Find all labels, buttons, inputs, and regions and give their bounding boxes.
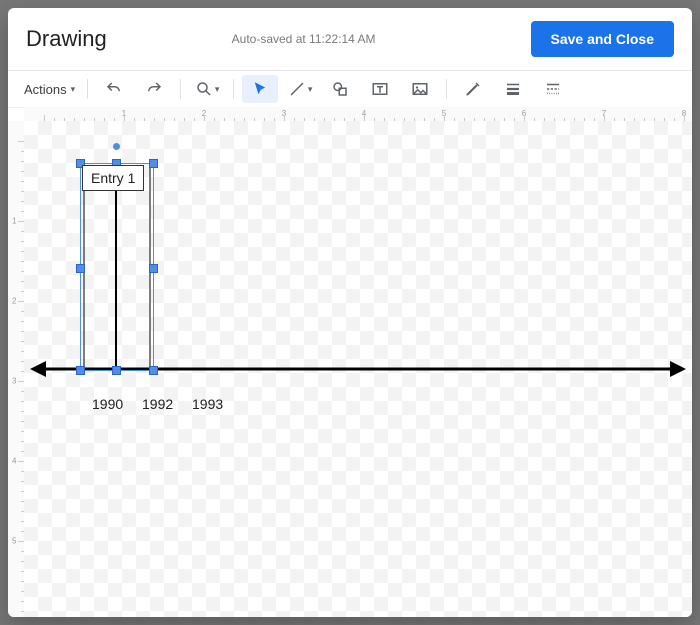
cursor-icon xyxy=(251,80,269,98)
list-icon xyxy=(504,80,522,98)
line-weight-tool[interactable] xyxy=(495,75,531,103)
selection-handle-middle-left[interactable] xyxy=(76,264,85,273)
shape-icon xyxy=(331,80,349,98)
text-box-icon xyxy=(371,80,389,98)
selection-handle-bottom-right[interactable] xyxy=(149,366,158,375)
zoom-button[interactable]: ▾ xyxy=(189,75,225,103)
ruler-v-label: 1 xyxy=(12,217,16,226)
horizontal-ruler: 12345678 xyxy=(24,107,692,122)
list-alt-icon xyxy=(544,80,562,98)
image-icon xyxy=(411,80,429,98)
dropdown-caret-icon: ▾ xyxy=(215,84,220,95)
line-tool[interactable]: ▾ xyxy=(282,75,318,103)
selection-handle-middle-right[interactable] xyxy=(149,264,158,273)
drawing-canvas[interactable]: Entry 1 1990 1992 1993 xyxy=(24,121,692,617)
textbox-tool[interactable] xyxy=(362,75,398,103)
actions-label: Actions xyxy=(24,82,67,97)
dropdown-caret-icon: ▾ xyxy=(71,84,76,95)
selection-box[interactable] xyxy=(80,163,154,371)
ruler-v-label: 3 xyxy=(12,377,16,386)
ruler-v-label: 4 xyxy=(12,457,16,466)
pencil-tool[interactable] xyxy=(455,75,491,103)
line-icon xyxy=(288,80,306,98)
redo-icon xyxy=(145,80,163,98)
drawing-dialog: Drawing Auto-saved at 11:22:14 AM Save a… xyxy=(8,8,692,617)
toolbar-separator xyxy=(180,79,181,99)
selection-handle-bottom-left[interactable] xyxy=(76,366,85,375)
year-label-2: 1992 xyxy=(142,396,173,412)
ruler-v-label: 6 xyxy=(12,617,16,618)
toolbar-separator xyxy=(233,79,234,99)
selection-handle-bottom-middle[interactable] xyxy=(112,366,121,375)
selection-handle-top-right[interactable] xyxy=(149,159,158,168)
year-label-3: 1993 xyxy=(192,396,223,412)
actions-menu[interactable]: Actions ▾ xyxy=(20,75,79,103)
save-and-close-button[interactable]: Save and Close xyxy=(531,21,675,57)
shape-tool[interactable] xyxy=(322,75,358,103)
zoom-icon xyxy=(195,80,213,98)
autosave-status: Auto-saved at 11:22:14 AM xyxy=(77,32,531,46)
year-label-1: 1990 xyxy=(92,396,123,412)
toolbar-separator xyxy=(446,79,447,99)
undo-button[interactable] xyxy=(96,75,132,103)
select-tool[interactable] xyxy=(242,75,278,103)
pencil-icon xyxy=(464,80,482,98)
redo-button[interactable] xyxy=(136,75,172,103)
canvas-area: 12345678 123456 Ent xyxy=(8,107,692,617)
image-tool[interactable] xyxy=(402,75,438,103)
dropdown-caret-icon: ▾ xyxy=(308,84,313,95)
dialog-header: Drawing Auto-saved at 11:22:14 AM Save a… xyxy=(8,8,692,71)
ruler-v-label: 2 xyxy=(12,297,16,306)
ruler-v-label: 5 xyxy=(12,537,16,546)
vertical-ruler: 1 2 3 4 5 6 xyxy=(8,121,25,617)
undo-icon xyxy=(105,80,123,98)
toolbar: Actions ▾ ▾ xyxy=(8,71,692,108)
line-style-tool[interactable] xyxy=(535,75,571,103)
toolbar-separator xyxy=(87,79,88,99)
rotate-handle[interactable] xyxy=(113,143,120,150)
entry-textbox[interactable]: Entry 1 xyxy=(82,165,144,191)
